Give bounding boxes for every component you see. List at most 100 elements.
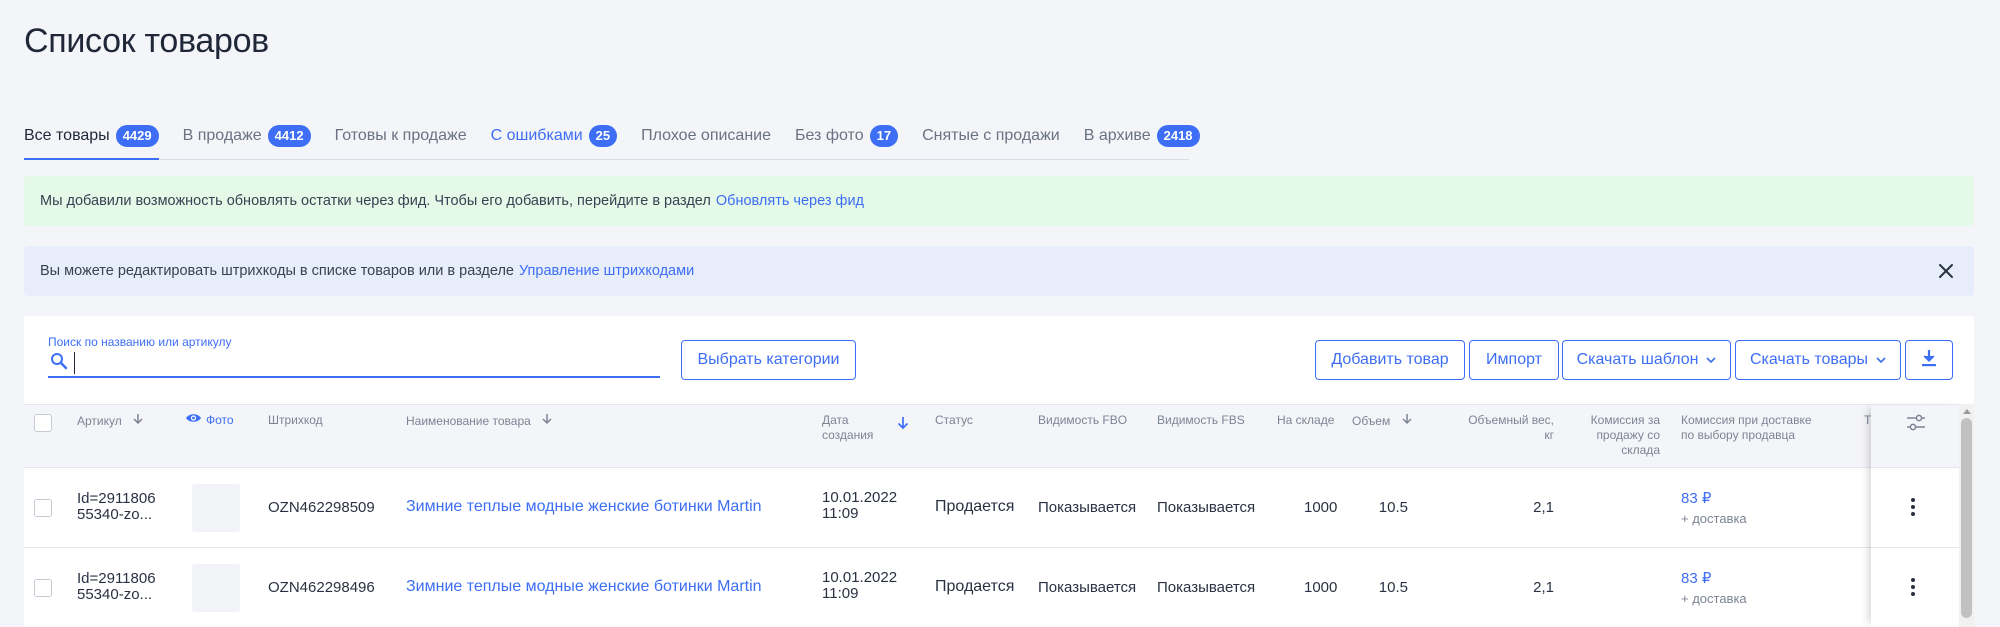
row-created: 10.01.2022 11:09 [822,569,898,602]
column-settings-icon[interactable] [1906,414,1926,437]
tab-archive[interactable]: В архиве 2418 [1084,120,1200,152]
product-name-link[interactable]: Зимние теплые модные женские ботинки Mar… [406,499,762,515]
row-checkbox[interactable] [34,579,52,597]
sort-arrow-active-icon[interactable] [897,416,909,435]
button-label: Выбрать категории [697,351,840,368]
row-created: 10.01.2022 11:09 [822,489,898,522]
sort-arrow-icon [542,414,552,428]
row-menu-icon[interactable] [1910,578,1916,598]
tab-ready-for-sale[interactable]: Готовы к продаже [335,120,467,152]
product-photo[interactable] [192,564,240,612]
sort-arrow-icon [133,414,143,428]
row-price: 83 ₽ + доставка [1681,571,1747,607]
close-icon[interactable] [1936,261,1956,281]
row-barcode: OZN462298509 [268,499,375,516]
column-header-created[interactable]: Дата создания [822,413,873,443]
row-status: Продается [935,498,1015,515]
search-field[interactable] [48,350,660,378]
tab-label: Без фото [795,127,864,144]
row-menu-icon[interactable] [1910,498,1916,518]
row-volumetric-weight: 2,1 [1533,579,1554,596]
tab-on-sale[interactable]: В продаже 4412 [183,120,311,152]
column-header-article[interactable]: Артикул [77,413,143,429]
tab-bad-description[interactable]: Плохое описание [641,120,771,152]
table-header: Артикул Фото Штрихкод Наименование товар… [24,404,1974,468]
barcodes-info-banner: Вы можете редактировать штрихкоды в спис… [24,246,1974,296]
import-button[interactable]: Импорт [1469,340,1559,380]
search-icon [48,352,68,375]
product-toolbar: Поиск по названию или артикулу Выбрать к… [24,316,1974,404]
button-label: Добавить товар [1331,351,1449,368]
tab-count-badge: 4429 [115,125,159,147]
sort-arrow-icon [1402,414,1412,428]
download-button[interactable] [1905,340,1953,380]
update-via-feed-link[interactable]: Обновлять через фид [716,193,864,209]
tab-label: Плохое описание [641,127,771,144]
add-product-button[interactable]: Добавить товар [1315,340,1465,380]
table-row[interactable]: Id=2911806 55340-zo... OZN462298509 Зимн… [24,468,1959,548]
column-header-volume[interactable]: Объем [1352,413,1412,429]
vertical-scrollbar[interactable] [1959,404,1974,627]
price-note: + доставка [1681,511,1747,526]
column-header-photo[interactable]: Фото [185,412,234,428]
row-volume: 10.5 [1378,579,1408,596]
column-header-volumetric-weight: Объемный вес, кг [1468,413,1554,442]
chevron-down-icon [1706,351,1717,369]
button-label: Скачать товары [1749,351,1869,368]
column-header-status: Статус [935,413,973,427]
tab-count-badge: 25 [588,125,618,147]
tab-label: В продаже [182,127,262,144]
chevron-down-icon [1876,351,1886,369]
tab-bar: Все товары 4429 В продаже 4412 Готовы к … [24,120,1200,160]
tab-all-products[interactable]: Все товары 4429 [24,120,159,160]
tab-removed-from-sale[interactable]: Снятые с продажи [922,120,1060,152]
price-note: + доставка [1681,591,1747,606]
tab-count-badge: 2418 [1156,125,1200,147]
column-header-fbo: Видимость FBO [1038,413,1128,427]
row-fbs: Показывается [1157,499,1256,516]
row-volume: 10.5 [1378,499,1408,516]
product-name-link[interactable]: Зимние теплые модные женские ботинки Mar… [406,579,762,595]
select-all-checkbox[interactable] [34,414,52,432]
download-icon [1921,349,1937,372]
tab-no-photo[interactable]: Без фото 17 [795,120,899,152]
price-link[interactable]: 83 ₽ [1681,571,1747,587]
row-fbo: Показывается [1038,499,1137,516]
feed-info-banner: Мы добавили возможность обновлять остатк… [24,176,1974,226]
column-header-commission: Комиссия за продажу со склада [1590,413,1660,457]
row-volumetric-weight: 2,1 [1533,499,1554,516]
row-checkbox[interactable] [34,499,52,517]
search-input[interactable] [74,352,634,374]
price-link[interactable]: 83 ₽ [1681,491,1747,507]
tab-label: Все товары [24,127,110,144]
column-header-seller-delivery: Комиссия при доставке по выбору продавца [1681,413,1812,442]
tab-count-badge: 4412 [267,125,311,147]
scrollbar-thumb[interactable] [1961,418,1972,618]
products-table: Артикул Фото Штрихкод Наименование товар… [24,404,1974,627]
row-stock: 1000 [1304,499,1338,516]
row-barcode: OZN462298496 [268,579,375,596]
tab-with-errors[interactable]: С ошибками 25 [491,120,618,152]
search-label: Поиск по названию или артикулу [48,335,232,349]
row-article: Id=2911806 55340-zo... [77,490,156,523]
banner-text: Вы можете редактировать штрихкоды в спис… [40,263,514,279]
download-products-button[interactable]: Скачать товары [1735,340,1901,380]
scroll-up-arrow-icon[interactable] [1963,408,1971,414]
eye-icon [185,412,202,428]
tab-count-badge: 17 [869,125,899,147]
column-header-fbs: Видимость FBS [1157,413,1245,427]
banner-text: Мы добавили возможность обновлять остатк… [40,193,711,209]
column-header-name[interactable]: Наименование товара [406,413,552,429]
table-row[interactable]: Id=2911806 55340-zo... OZN462298496 Зимн… [24,548,1959,627]
row-status: Продается [935,578,1015,595]
row-stock: 1000 [1304,579,1338,596]
button-label: Скачать шаблон [1576,351,1699,368]
manage-barcodes-link[interactable]: Управление штрихкодами [519,263,694,279]
product-photo[interactable] [192,484,240,532]
row-fbo: Показывается [1038,579,1137,596]
tab-label: Готовы к продаже [334,127,467,144]
download-template-button[interactable]: Скачать шаблон [1562,340,1731,380]
row-fbs: Показывается [1157,579,1256,596]
select-categories-button[interactable]: Выбрать категории [681,340,856,380]
column-header-stock: На складе [1277,413,1335,427]
